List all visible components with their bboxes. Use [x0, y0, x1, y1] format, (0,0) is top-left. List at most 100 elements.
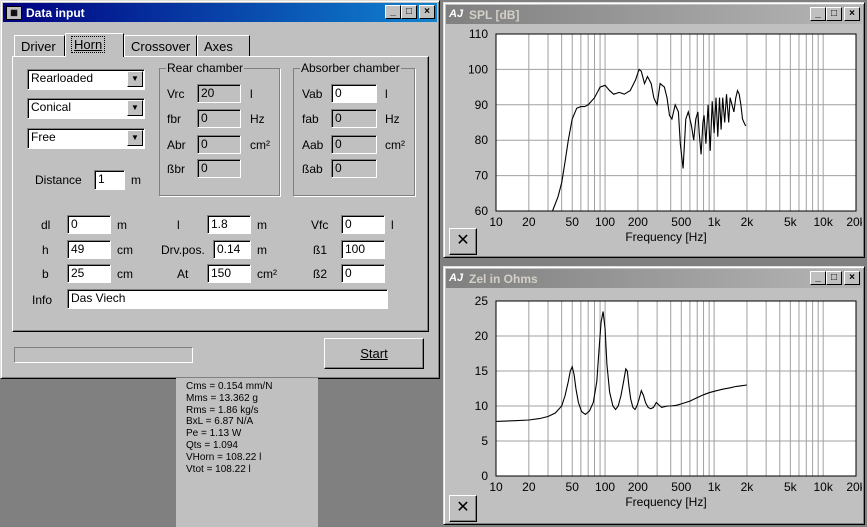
info-line: Qts = 1.094	[186, 439, 238, 451]
distance-input[interactable]: 1	[94, 170, 125, 190]
chevron-down-icon[interactable]: ▼	[127, 130, 143, 146]
horn-shape-select[interactable]: Conical ▼	[27, 98, 145, 119]
minimize-button[interactable]: _	[810, 271, 826, 285]
y-tick-label: 20	[475, 329, 489, 343]
chevron-down-icon[interactable]: ▼	[127, 71, 143, 87]
close-button[interactable]: ×	[419, 5, 435, 19]
aj-logo-icon: AJ	[449, 271, 464, 284]
y-tick-label: 90	[475, 98, 489, 112]
clear-button[interactable]: ✕	[449, 228, 477, 255]
dl-unit: m	[117, 218, 127, 232]
drvpos-label: Drv.pos.	[161, 243, 205, 257]
maximize-button[interactable]: □	[826, 271, 842, 285]
h-input[interactable]: 49	[67, 240, 111, 259]
x-tick-label: 1k	[708, 480, 722, 494]
x-axis-label: Frequency [Hz]	[625, 495, 706, 509]
y-tick-label: 70	[475, 169, 489, 183]
fab-label: fab	[302, 112, 319, 126]
info-label: Info	[32, 293, 53, 307]
maximize-button[interactable]: □	[826, 7, 842, 21]
x-tick-label: 10	[489, 215, 503, 229]
info-line: Rms = 1.86 kg/s	[186, 404, 259, 416]
minimize-button[interactable]: _	[810, 7, 826, 21]
info-input[interactable]: Das Viech	[67, 289, 388, 309]
spl-chart: 110 100 90 80 70 6010 20 50 100 200 500 1k 2k 5k 10k 20…	[468, 27, 862, 244]
b-label: b	[42, 267, 49, 281]
x-tick-label: 50	[566, 215, 580, 229]
app-icon: ▦	[6, 5, 22, 20]
close-x-icon: ✕	[456, 499, 470, 516]
fab-field: 0	[331, 109, 377, 128]
info-line: Vtot = 108.22 l	[186, 463, 251, 475]
absorber-chamber-title: Absorber chamber	[300, 61, 401, 75]
abr-unit: cm²	[250, 138, 270, 152]
vab-label: Vab	[302, 87, 323, 101]
x-tick-label: 200	[628, 215, 648, 229]
distance-unit: m	[131, 173, 141, 187]
vfc-unit: l	[391, 218, 394, 232]
info-line: Pe = 1.13 W	[186, 428, 242, 440]
plot-area	[496, 301, 856, 476]
at-input[interactable]: 150	[207, 264, 251, 283]
horn-type-select[interactable]: Rearloaded ▼	[27, 69, 145, 90]
y-tick-label: 110	[469, 27, 488, 41]
y-tick-label: 80	[475, 133, 489, 147]
minimize-button[interactable]: _	[385, 5, 401, 19]
start-button[interactable]: Start	[324, 338, 424, 369]
b1-input[interactable]: 100	[341, 240, 385, 259]
vrc-field: 20	[197, 84, 241, 103]
tab-horn[interactable]: Horn	[65, 33, 124, 57]
vab-input[interactable]: 0	[331, 84, 377, 103]
data-input-window: ▦ Data input _ □ × Driver Horn Crossover…	[0, 0, 440, 379]
fbr-label: fbr	[167, 112, 182, 126]
radiation-select[interactable]: Free ▼	[27, 128, 145, 149]
info-line: Cms = 0.154 mm/N	[186, 381, 273, 392]
close-x-icon: ✕	[456, 232, 470, 249]
spl-window: AJ SPL [dB] _ □ × 110 100 90 80 70 60 10 20 50 10…	[443, 2, 865, 258]
bbr-field: 0	[197, 159, 241, 178]
x-tick-label: 50	[566, 480, 580, 494]
x-tick-label: 10k	[813, 480, 833, 494]
zel-titlebar[interactable]: AJ Zel in Ohms _ □ ×	[446, 269, 862, 288]
dl-input[interactable]: 0	[67, 215, 111, 234]
vfc-input[interactable]: 0	[341, 215, 385, 234]
tab-axes[interactable]: Axes	[197, 35, 250, 56]
plot-area	[496, 34, 856, 211]
chevron-down-icon[interactable]: ▼	[127, 100, 143, 116]
at-label: At	[177, 267, 189, 281]
l-unit: m	[257, 218, 267, 232]
close-button[interactable]: ×	[844, 7, 860, 21]
bab-field: 0	[331, 159, 377, 178]
x-tick-label: 2k	[741, 215, 755, 229]
zel-window-title: Zel in Ohms	[469, 271, 538, 286]
vfc-label: Vfc	[311, 218, 329, 232]
close-button[interactable]: ×	[844, 271, 860, 285]
rear-chamber-title: Rear chamber	[166, 61, 245, 75]
b-input[interactable]: 25	[67, 264, 111, 283]
drvpos-input[interactable]: 0.14	[213, 240, 251, 259]
abr-label: Abr	[167, 138, 186, 152]
info-line: BxL = 6.87 N/A	[186, 416, 254, 428]
h-label: h	[42, 243, 49, 257]
l-input[interactable]: 1.8	[207, 215, 251, 234]
b-unit: cm	[117, 267, 133, 281]
x-tick-label: 2k	[741, 480, 755, 494]
clear-button[interactable]: ✕	[449, 495, 477, 522]
tab-driver[interactable]: Driver	[14, 35, 65, 56]
b2-label: ß2	[313, 267, 328, 281]
tab-crossover[interactable]: Crossover	[124, 35, 197, 56]
y-tick-label: 15	[475, 364, 489, 378]
distance-label: Distance	[35, 173, 82, 187]
b2-input[interactable]: 0	[341, 264, 385, 283]
zel-chart: 25201510501020501002005001k2k5k10k20kFre…	[475, 294, 862, 509]
y-tick-label: 60	[475, 204, 489, 218]
data-input-titlebar[interactable]: ▦ Data input _ □ ×	[3, 3, 437, 22]
bab-label: ßab	[302, 162, 323, 176]
window-title: Data input	[26, 5, 85, 20]
progress-bar	[14, 347, 193, 363]
vrc-unit: l	[250, 87, 253, 101]
x-tick-label: 10	[489, 480, 503, 494]
x-tick-label: 200	[628, 480, 648, 494]
maximize-button[interactable]: □	[401, 5, 417, 19]
spl-titlebar[interactable]: AJ SPL [dB] _ □ ×	[446, 5, 862, 24]
